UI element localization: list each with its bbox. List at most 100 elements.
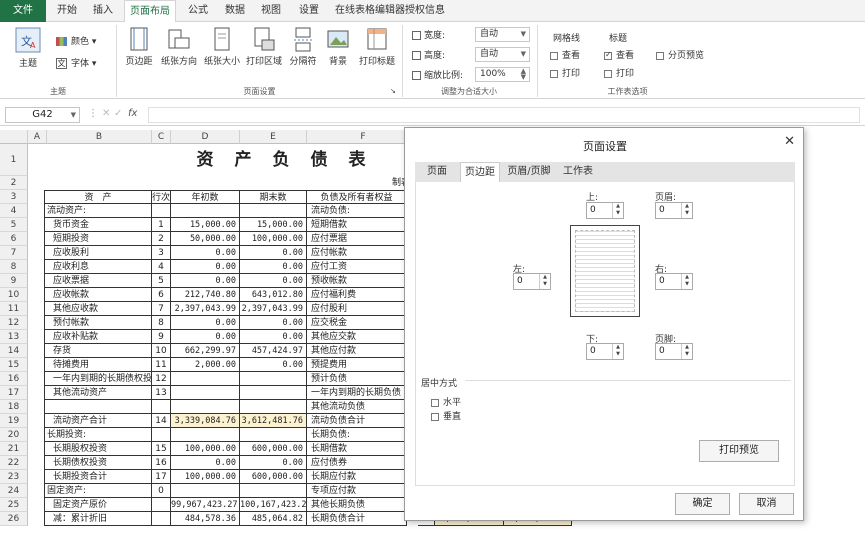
table-cell-begin[interactable]: 0.00 xyxy=(171,246,240,260)
table-cell-line[interactable] xyxy=(152,512,171,526)
orientation-button[interactable]: 纸张方向 xyxy=(158,26,200,67)
right-margin-input[interactable]: 0 ▲ ▼ xyxy=(655,273,693,290)
spin-arrows-icon[interactable]: ▲ ▼ xyxy=(681,344,692,359)
table-cell-asset[interactable]: 流动资产: xyxy=(44,204,152,218)
table-cell-end[interactable]: 0.00 xyxy=(240,316,307,330)
table-cell-liability[interactable]: 其他应付款 xyxy=(307,344,407,358)
table-cell-begin[interactable]: 0.00 xyxy=(171,260,240,274)
table-header[interactable]: 负债及所有者权益 xyxy=(307,190,407,204)
table-cell-line[interactable]: 2 xyxy=(152,232,171,246)
table-cell-liability[interactable]: 应付福利费 xyxy=(307,288,407,302)
table-cell-begin[interactable]: 100,000.00 xyxy=(171,442,240,456)
row-header[interactable]: 20 xyxy=(0,428,28,442)
table-cell-liability[interactable]: 其他长期负债 xyxy=(307,498,407,512)
table-cell-liability[interactable]: 预提费用 xyxy=(307,358,407,372)
table-cell-end[interactable] xyxy=(240,386,307,400)
table-cell-end[interactable]: 0.00 xyxy=(240,358,307,372)
insert-function-icon[interactable]: fx xyxy=(128,108,137,119)
center-horizontal-checkbox[interactable]: 水平 xyxy=(431,395,461,408)
table-cell-asset[interactable]: 减：累计折旧 xyxy=(44,512,152,526)
headings-print-checkbox[interactable]: 打印 xyxy=(604,66,634,79)
table-header[interactable]: 年初数 xyxy=(171,190,240,204)
table-cell-liability[interactable]: 应付工资 xyxy=(307,260,407,274)
table-cell-liability[interactable]: 应付股利 xyxy=(307,302,407,316)
spin-arrows-icon[interactable]: ▲ ▼ xyxy=(612,203,623,218)
table-cell-liability[interactable]: 应付票据 xyxy=(307,232,407,246)
row-header[interactable]: 7 xyxy=(0,246,28,260)
name-box[interactable]: G42 ▼ xyxy=(5,107,80,123)
table-cell-end[interactable]: 0.00 xyxy=(240,456,307,470)
margins-button[interactable]: 页边距 xyxy=(120,26,158,67)
fonts-button[interactable]: 文字体 ▾ xyxy=(56,56,96,69)
ok-button[interactable]: 确定 xyxy=(675,493,730,515)
table-cell-begin[interactable] xyxy=(171,400,240,414)
enter-icon[interactable]: ✓ xyxy=(114,108,122,119)
header-margin-input[interactable]: 0 ▲ ▼ xyxy=(655,202,693,219)
table-cell-asset[interactable]: 应收股利 xyxy=(44,246,152,260)
table-cell-end[interactable]: 3,612,481.76 xyxy=(240,414,307,428)
table-cell-line[interactable]: 5 xyxy=(152,274,171,288)
formula-input[interactable] xyxy=(148,107,860,123)
table-cell-liability[interactable]: 一年内到期的长期负债 xyxy=(307,386,407,400)
table-cell-asset[interactable]: 货币资金 xyxy=(44,218,152,232)
tab-formulas[interactable]: 公式 xyxy=(180,0,216,22)
table-cell-begin[interactable]: 662,299.97 xyxy=(171,344,240,358)
table-cell-end[interactable] xyxy=(240,484,307,498)
table-cell-end[interactable] xyxy=(240,428,307,442)
table-cell-line[interactable]: 11 xyxy=(152,358,171,372)
row-header[interactable]: 14 xyxy=(0,344,28,358)
table-cell-liability[interactable]: 应交税金 xyxy=(307,316,407,330)
table-cell-line[interactable]: 0 xyxy=(152,484,171,498)
table-cell-end[interactable]: 0.00 xyxy=(240,330,307,344)
table-cell-begin[interactable]: 0.00 xyxy=(171,274,240,288)
table-cell-liability[interactable]: 预计负债 xyxy=(307,372,407,386)
table-cell-begin[interactable]: 15,000.00 xyxy=(171,218,240,232)
table-cell-begin[interactable]: 3,339,084.76 xyxy=(171,414,240,428)
table-cell-asset[interactable]: 长期投资: xyxy=(44,428,152,442)
table-cell-asset[interactable]: 预付帐款 xyxy=(44,316,152,330)
row-header[interactable]: 12 xyxy=(0,316,28,330)
spin-arrows-icon[interactable]: ▲ ▼ xyxy=(681,274,692,289)
table-cell-line[interactable] xyxy=(152,204,171,218)
table-cell-end[interactable] xyxy=(240,400,307,414)
table-cell-line[interactable]: 6 xyxy=(152,288,171,302)
table-cell-begin[interactable]: 99,967,423.27 xyxy=(171,498,240,512)
background-button[interactable]: 背景 xyxy=(322,26,354,67)
row-header[interactable]: 16 xyxy=(0,372,28,386)
table-cell-end[interactable]: 0.00 xyxy=(240,246,307,260)
table-cell-begin[interactable] xyxy=(171,204,240,218)
row-header[interactable]: 3 xyxy=(0,190,28,204)
width-select[interactable]: 自动 ▼ xyxy=(475,27,530,42)
table-cell-liability[interactable]: 流动负债合计 xyxy=(307,414,407,428)
table-cell-begin[interactable] xyxy=(171,372,240,386)
tab-license-info[interactable]: 在线表格编辑器授权信息 xyxy=(330,0,450,22)
tab-insert[interactable]: 插入 xyxy=(86,0,120,22)
print-preview-button[interactable]: 打印预览 xyxy=(699,440,779,462)
column-header[interactable]: A xyxy=(28,130,47,144)
top-margin-input[interactable]: 0 ▲ ▼ xyxy=(586,202,624,219)
table-cell-liability[interactable]: 短期借款 xyxy=(307,218,407,232)
table-cell-asset[interactable]: 应收票据 xyxy=(44,274,152,288)
table-cell-end[interactable]: 100,000.00 xyxy=(240,232,307,246)
row-header[interactable]: 24 xyxy=(0,484,28,498)
table-cell-liability[interactable]: 其他流动负债 xyxy=(307,400,407,414)
row-header[interactable]: 10 xyxy=(0,288,28,302)
table-cell-begin[interactable] xyxy=(171,386,240,400)
column-header[interactable]: B xyxy=(47,130,152,144)
table-cell-begin[interactable]: 2,397,043.99 xyxy=(171,302,240,316)
table-cell-begin[interactable]: 0.00 xyxy=(171,456,240,470)
scale-input[interactable]: 100% ▲ ▼ xyxy=(475,67,530,82)
table-header[interactable]: 资 产 xyxy=(44,190,152,204)
table-cell-end[interactable]: 485,064.82 xyxy=(240,512,307,526)
table-cell-asset[interactable]: 短期投资 xyxy=(44,232,152,246)
table-cell-asset[interactable]: 长期股权投资 xyxy=(44,442,152,456)
row-header[interactable]: 2 xyxy=(0,176,28,190)
table-cell-liability[interactable]: 应付债券 xyxy=(307,456,407,470)
table-cell-begin[interactable]: 212,740.80 xyxy=(171,288,240,302)
table-cell-begin[interactable]: 0.00 xyxy=(171,330,240,344)
spin-arrows-icon[interactable]: ▲ ▼ xyxy=(681,203,692,218)
row-header[interactable]: 25 xyxy=(0,498,28,512)
table-cell-asset[interactable]: 固定资产原价 xyxy=(44,498,152,512)
table-cell-begin[interactable]: 50,000.00 xyxy=(171,232,240,246)
table-cell-line[interactable]: 15 xyxy=(152,442,171,456)
